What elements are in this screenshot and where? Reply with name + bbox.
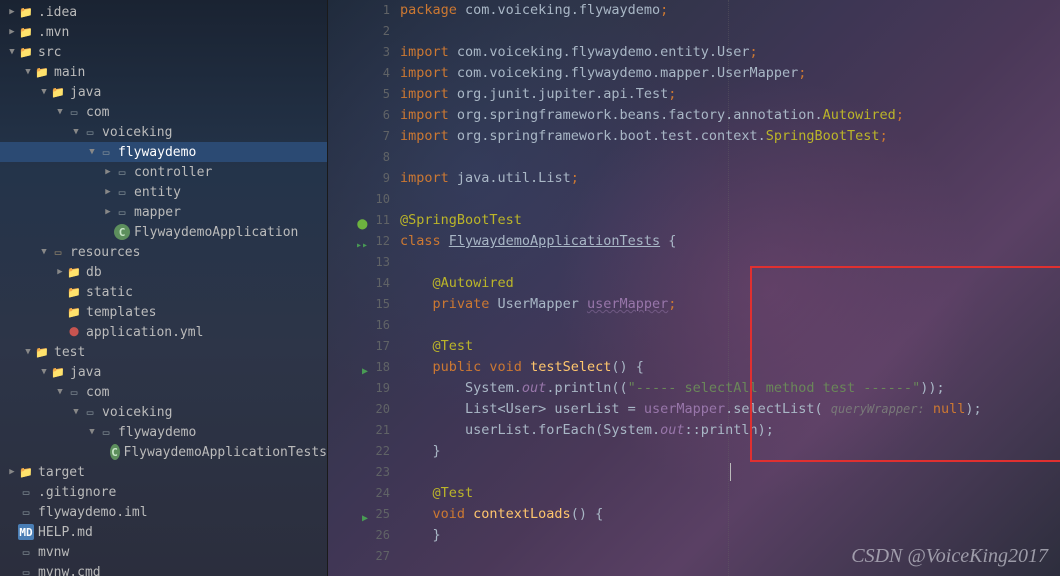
tree-item-voiceking[interactable]: ▼▭voiceking <box>0 402 327 422</box>
tree-item--gitignore[interactable]: ▭.gitignore <box>0 482 327 502</box>
expand-arrow-icon[interactable]: ▼ <box>86 427 98 437</box>
expand-arrow-icon[interactable]: ▼ <box>38 247 50 257</box>
expand-arrow-icon[interactable]: ▼ <box>22 67 34 77</box>
tree-item-label: FlywaydemoApplicationTests <box>124 445 328 460</box>
expand-arrow-icon[interactable]: ▼ <box>38 367 50 377</box>
editor-gutter: 1 2 3 4 5 6 7 8 9 10 ⬤11 ▸▸12 13 14 15 1… <box>328 0 400 576</box>
tree-item-main[interactable]: ▼📁main <box>0 62 327 82</box>
tree-item-flywaydemo[interactable]: ▼▭flywaydemo <box>0 142 327 162</box>
tree-item-label: mvnw.cmd <box>38 565 101 576</box>
tree-item-target[interactable]: ▶📁target <box>0 462 327 482</box>
expand-arrow-icon[interactable]: ▶ <box>54 267 66 277</box>
tree-item-label: resources <box>70 245 140 260</box>
project-tree[interactable]: ▶📁.idea▶📁.mvn▼📁src▼📁main▼📁java▼▭com▼▭voi… <box>0 0 328 576</box>
expand-arrow-icon[interactable]: ▼ <box>86 147 98 157</box>
tree-item-label: controller <box>134 165 212 180</box>
tree-item-db[interactable]: ▶📁db <box>0 262 327 282</box>
tree-item-label: target <box>38 465 85 480</box>
tree-item-com[interactable]: ▼▭com <box>0 102 327 122</box>
tree-item-label: FlywaydemoApplication <box>134 225 298 240</box>
tree-item-label: .mvn <box>38 25 69 40</box>
expand-arrow-icon[interactable]: ▼ <box>38 87 50 97</box>
tree-item-resources[interactable]: ▼▭resources <box>0 242 327 262</box>
tree-item-java[interactable]: ▼📁java <box>0 362 327 382</box>
tree-item-label: flywaydemo <box>118 145 196 160</box>
expand-arrow-icon[interactable]: ▼ <box>54 107 66 117</box>
tree-item-label: main <box>54 65 85 80</box>
tree-item-label: voiceking <box>102 405 172 420</box>
tree-item-voiceking[interactable]: ▼▭voiceking <box>0 122 327 142</box>
tree-item-mvnw[interactable]: ▭mvnw <box>0 542 327 562</box>
expand-arrow-icon[interactable]: ▼ <box>70 127 82 137</box>
spring-icon: ⬤ <box>356 214 368 226</box>
tree-item-HELP-md[interactable]: MDHELP.md <box>0 522 327 542</box>
tree-item-entity[interactable]: ▶▭entity <box>0 182 327 202</box>
tree-item-label: java <box>70 365 101 380</box>
tree-item-FlywaydemoApplication[interactable]: CFlywaydemoApplication <box>0 222 327 242</box>
tree-item-mapper[interactable]: ▶▭mapper <box>0 202 327 222</box>
expand-arrow-icon[interactable]: ▶ <box>102 167 114 177</box>
tree-item-label: flywaydemo.iml <box>38 505 148 520</box>
code-editor[interactable]: 1 2 3 4 5 6 7 8 9 10 ⬤11 ▸▸12 13 14 15 1… <box>328 0 1060 576</box>
tree-item-label: com <box>86 105 109 120</box>
tree-item-flywaydemo[interactable]: ▼▭flywaydemo <box>0 422 327 442</box>
code-area[interactable]: package com.voiceking.flywaydemo; import… <box>400 0 1060 576</box>
expand-arrow-icon[interactable]: ▶ <box>6 27 18 37</box>
tree-item--mvn[interactable]: ▶📁.mvn <box>0 22 327 42</box>
expand-arrow-icon[interactable]: ▶ <box>6 7 18 17</box>
tree-item-flywaydemo-iml[interactable]: ▭flywaydemo.iml <box>0 502 327 522</box>
tree-item-FlywaydemoApplicationTests[interactable]: CFlywaydemoApplicationTests <box>0 442 327 462</box>
expand-arrow-icon[interactable]: ▶ <box>102 187 114 197</box>
tree-item-test[interactable]: ▼📁test <box>0 342 327 362</box>
tree-item-mvnw-cmd[interactable]: ▭mvnw.cmd <box>0 562 327 576</box>
tree-item-application-yml[interactable]: ⬤application.yml <box>0 322 327 342</box>
run-gutter-icon[interactable]: ▸▸ <box>356 235 368 247</box>
tree-item-label: mvnw <box>38 545 69 560</box>
expand-arrow-icon[interactable]: ▶ <box>6 467 18 477</box>
tree-item-label: .idea <box>38 5 77 20</box>
tree-item-label: entity <box>134 185 181 200</box>
tree-item-templates[interactable]: 📁templates <box>0 302 327 322</box>
tree-item-static[interactable]: 📁static <box>0 282 327 302</box>
expand-arrow-icon[interactable]: ▼ <box>6 47 18 57</box>
tree-item-label: templates <box>86 305 156 320</box>
tree-item-label: test <box>54 345 85 360</box>
expand-arrow-icon[interactable]: ▶ <box>102 207 114 217</box>
tree-item-label: com <box>86 385 109 400</box>
caret <box>730 463 731 481</box>
tree-item-label: HELP.md <box>38 525 93 540</box>
tree-item--idea[interactable]: ▶📁.idea <box>0 2 327 22</box>
tree-item-label: java <box>70 85 101 100</box>
tree-item-label: application.yml <box>86 325 203 340</box>
tree-item-java[interactable]: ▼📁java <box>0 82 327 102</box>
tree-item-label: voiceking <box>102 125 172 140</box>
expand-arrow-icon[interactable]: ▼ <box>22 347 34 357</box>
run-gutter-icon[interactable]: ▶ <box>356 508 368 520</box>
tree-item-src[interactable]: ▼📁src <box>0 42 327 62</box>
run-gutter-icon[interactable]: ▶ <box>356 361 368 373</box>
tree-item-label: src <box>38 45 61 60</box>
tree-item-label: db <box>86 265 102 280</box>
tree-item-label: .gitignore <box>38 485 116 500</box>
tree-item-com[interactable]: ▼▭com <box>0 382 327 402</box>
tree-item-label: mapper <box>134 205 181 220</box>
expand-arrow-icon[interactable]: ▼ <box>54 387 66 397</box>
tree-item-label: static <box>86 285 133 300</box>
tree-item-label: flywaydemo <box>118 425 196 440</box>
tree-item-controller[interactable]: ▶▭controller <box>0 162 327 182</box>
expand-arrow-icon[interactable]: ▼ <box>70 407 82 417</box>
